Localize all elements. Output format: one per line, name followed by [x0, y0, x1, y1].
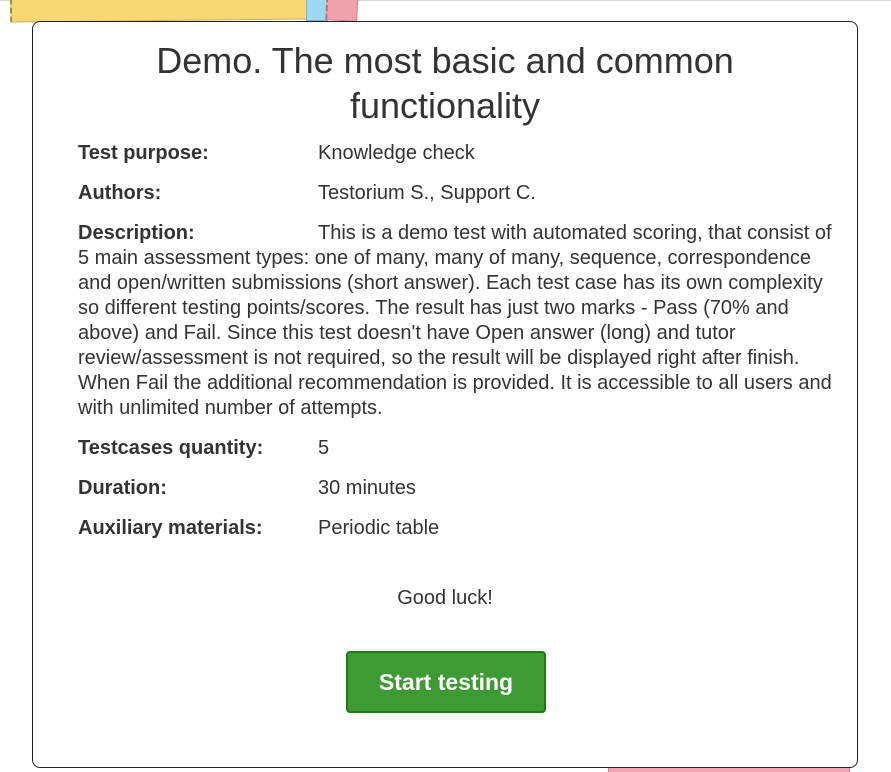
authors-label: Authors:	[78, 182, 162, 204]
info-row-duration: Duration: 30 minutes	[78, 476, 843, 501]
testcases-label: Testcases quantity:	[78, 437, 264, 459]
info-row-purpose: Test purpose: Knowledge check	[78, 141, 843, 166]
info-row-testcases: Testcases quantity: 5	[78, 436, 843, 461]
duration-label: Duration:	[78, 477, 167, 499]
purpose-value: Knowledge check	[318, 142, 475, 164]
authors-value: Testorium S., Support C.	[318, 182, 536, 204]
testcases-value: 5	[318, 437, 330, 459]
description-value: This is a demo test with automated scori…	[78, 222, 832, 419]
test-title: Demo. The most basic and common function…	[156, 40, 734, 126]
description-label: Description:	[78, 222, 195, 244]
purpose-label: Test purpose:	[78, 142, 209, 164]
materials-value: Periodic table	[318, 517, 440, 539]
info-row-authors: Authors: Testorium S., Support C.	[78, 181, 843, 206]
background-tab-yellow	[9, 0, 309, 23]
start-testing-button[interactable]: Start testing	[346, 651, 546, 713]
test-info-list: Test purpose: Knowledge check Authors: Tes…	[78, 141, 843, 556]
info-row-materials: Auxiliary materials: Periodic table	[78, 516, 843, 541]
duration-value: 30 minutes	[318, 477, 416, 499]
page: Demo. The most basic and common function…	[0, 0, 891, 772]
background-tab-pink	[325, 0, 359, 22]
materials-label: Auxiliary materials:	[78, 517, 263, 539]
test-info-card: Demo. The most basic and common function…	[32, 21, 858, 768]
info-row-description: Description: This is a demo test with aut…	[78, 221, 843, 421]
good-luck-message: Good luck!	[397, 587, 493, 609]
